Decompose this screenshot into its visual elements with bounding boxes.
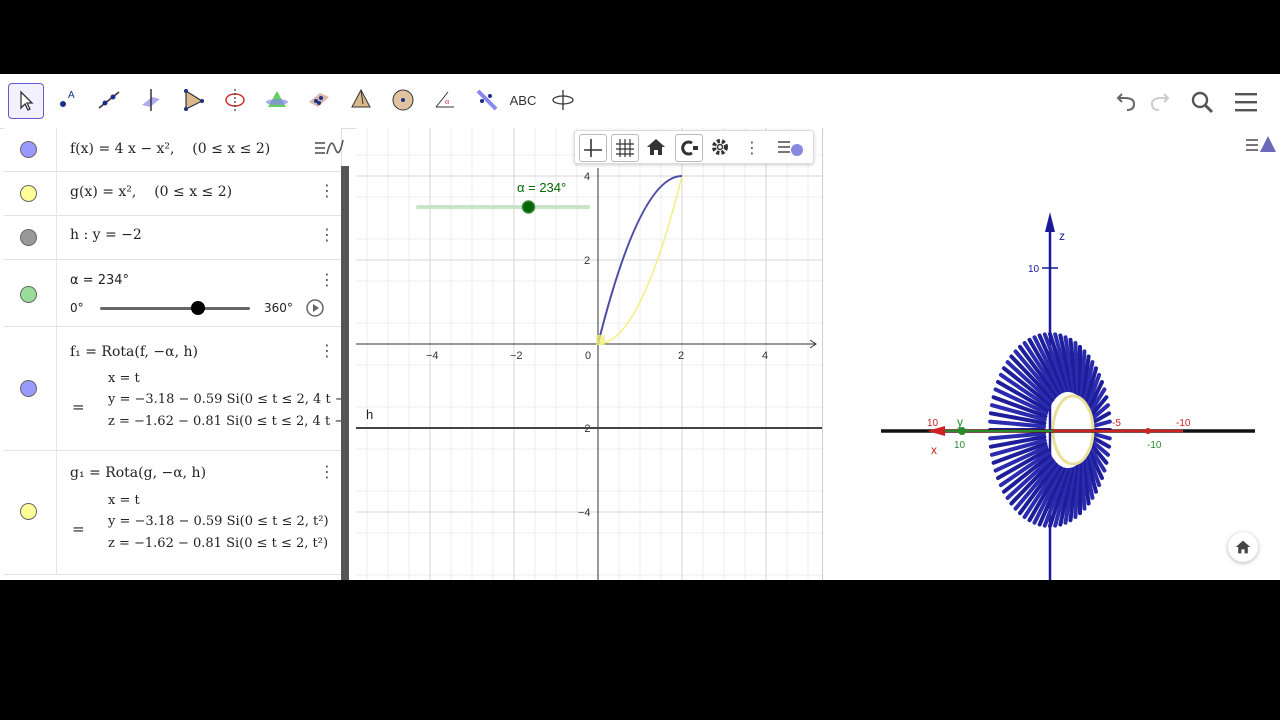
slider-alpha-knob[interactable] [521, 200, 536, 214]
home-icon[interactable] [643, 134, 669, 160]
axis-tick-label: 10 [927, 418, 939, 429]
text-tool-label: ABC [509, 92, 537, 108]
slider-alpha-label: α = 234° [517, 180, 566, 195]
pyramid-tool-icon[interactable] [344, 83, 378, 117]
point-capturing-icon[interactable] [675, 134, 703, 162]
text-tool-icon[interactable]: ABC [504, 83, 542, 117]
y-tick-label: 2 [584, 255, 590, 267]
graphics-view-3d[interactable]: z 10 10 x y 10 -5 -10 -10 [823, 128, 1280, 580]
line-tool-icon[interactable] [92, 83, 126, 117]
style-bar-toggle-icon[interactable] [775, 134, 807, 160]
z-axis-label: z [1059, 229, 1065, 243]
formula-f[interactable]: f(x) = 4 x − x², (0 ≤ x ≤ 2) [70, 141, 270, 157]
algebra-row-g1[interactable]: g₁ = Rota(g, −α, h) ⋮ = x = t y = −3.18 … [4, 450, 341, 575]
redo-icon[interactable] [1146, 88, 1174, 116]
visibility-marble[interactable] [20, 503, 37, 520]
toolbar: A α ABC [0, 74, 1280, 129]
reflect-tool-icon[interactable] [470, 83, 504, 117]
settings-gear-icon[interactable] [707, 134, 733, 160]
algebra-view: f(x) = 4 x − x², (0 ≤ x ≤ 2) g(x) = x², … [4, 128, 344, 580]
visibility-marble[interactable] [20, 141, 37, 158]
move-tool-icon[interactable] [8, 83, 44, 119]
play-icon[interactable] [306, 299, 324, 317]
more-options-icon[interactable]: ⋮ [739, 134, 765, 160]
visibility-marble[interactable] [20, 185, 37, 202]
y-axis-label: y [957, 415, 963, 429]
axis-tick-label: -10 [1147, 440, 1162, 451]
f1-y-equation: y = −3.18 − 0.59 Si(0 ≤ t ≤ 2, 4 t − [108, 392, 343, 407]
algebra-row-f[interactable]: f(x) = 4 x − x², (0 ≤ x ≤ 2) [4, 128, 344, 172]
x-axis-label: x [931, 443, 937, 457]
point-tool-icon[interactable]: A [50, 83, 84, 117]
axis-tick-label: 10 [954, 440, 966, 451]
x-tick-label: 2 [678, 350, 684, 362]
sphere-tool-icon[interactable] [386, 83, 420, 117]
angle-tool-icon[interactable]: α [428, 83, 462, 117]
hamburger-menu-icon[interactable] [1232, 88, 1260, 116]
circle-axis-tool-icon[interactable] [218, 83, 252, 117]
search-icon[interactable] [1188, 88, 1216, 116]
g1-y-equation: y = −3.18 − 0.59 Si(0 ≤ t ≤ 2, t²) [108, 514, 329, 529]
more-options-icon[interactable]: ⋮ [319, 464, 335, 480]
rotate-view-tool-icon[interactable] [546, 83, 580, 117]
home-icon[interactable] [1228, 532, 1258, 562]
line-h-label: h [366, 407, 373, 422]
y-tick-label: 4 [584, 171, 590, 183]
alpha-slider-track[interactable] [100, 307, 250, 310]
graphics-3d-canvas[interactable]: z 10 10 x y 10 -5 -10 -10 [823, 128, 1280, 580]
z-tick-label: 10 [1028, 264, 1040, 275]
style-bar-toggle-icon[interactable] [1244, 132, 1278, 158]
algebra-row-g[interactable]: g(x) = x², (0 ≤ x ≤ 2) ⋮ [4, 171, 341, 216]
more-options-icon[interactable]: ⋮ [319, 343, 335, 359]
equals-sign: = [72, 520, 85, 538]
svg-text:A: A [68, 90, 75, 101]
svg-text:α: α [445, 97, 450, 106]
polygon-tool-icon[interactable] [176, 83, 210, 117]
axis-tick-label: -10 [1176, 418, 1191, 429]
visibility-marble[interactable] [20, 286, 37, 303]
axes-toggle-icon[interactable] [579, 134, 607, 162]
formula-g1-definition[interactable]: g₁ = Rota(g, −α, h) [70, 465, 206, 481]
perpendicular-tool-icon[interactable] [134, 83, 168, 117]
curve-endpoint-marker [596, 335, 605, 345]
revolution-curve-segment [1079, 460, 1087, 511]
f1-z-equation: z = −1.62 − 0.81 Si(0 ≤ t ≤ 2, 4 t − [108, 414, 343, 429]
algebra-row-alpha[interactable]: α = 234° ⋮ 0° 360° [4, 259, 341, 327]
more-options-icon[interactable]: ⋮ [319, 227, 335, 243]
more-options-icon[interactable]: ⋮ [319, 183, 335, 199]
algebra-row-f1[interactable]: f₁ = Rota(f, −α, h) ⋮ = x = t y = −3.18 … [4, 326, 343, 451]
slider-min-label: 0° [70, 301, 84, 315]
x-tick-label: −2 [510, 350, 523, 362]
revolution-curve-segment [1073, 341, 1081, 396]
x-tick-label: −4 [426, 350, 439, 362]
graphics-style-bar: ⋮ [574, 130, 814, 164]
graphics-view-2d[interactable]: −4 −2 0 2 4 4 2 −2 −4 h α = 234° [356, 128, 823, 580]
plane-tool-icon[interactable] [302, 83, 336, 117]
x-tick-label: 4 [762, 350, 768, 362]
formula-g[interactable]: g(x) = x², (0 ≤ x ≤ 2) [70, 184, 232, 200]
algebra-scrollbar[interactable] [341, 166, 349, 580]
y-tick-label: −4 [578, 507, 591, 519]
visibility-marble[interactable] [20, 229, 37, 246]
equals-sign: = [72, 398, 85, 416]
slider-max-label: 360° [264, 301, 293, 315]
g1-x-equation: x = t [108, 493, 140, 508]
formula-alpha[interactable]: α = 234° [70, 273, 129, 288]
alpha-slider-knob[interactable] [190, 301, 205, 315]
formula-f1-definition[interactable]: f₁ = Rota(f, −α, h) [70, 344, 198, 360]
undo-icon[interactable] [1112, 88, 1140, 116]
geogebra-app: A α ABC f(x) = 4 x − x², (0 ≤ x ≤ 2) g(x… [0, 74, 1280, 580]
grid-toggle-icon[interactable] [611, 134, 639, 162]
more-options-icon[interactable]: ⋮ [319, 272, 335, 288]
graph-style-icon[interactable] [313, 134, 345, 162]
g1-z-equation: z = −1.62 − 0.81 Si(0 ≤ t ≤ 2, t²) [108, 536, 329, 551]
intersect-surfaces-tool-icon[interactable] [260, 83, 294, 117]
visibility-marble[interactable] [20, 380, 37, 397]
algebra-row-h[interactable]: h : y = −2 ⋮ [4, 215, 341, 260]
f1-x-equation: x = t [108, 371, 140, 386]
axis-tick-label: -5 [1112, 418, 1121, 429]
graphics-2d-canvas[interactable]: −4 −2 0 2 4 4 2 −2 −4 h α = 234° [356, 128, 822, 580]
formula-h[interactable]: h : y = −2 [70, 227, 142, 243]
x-tick-label: 0 [585, 350, 591, 362]
